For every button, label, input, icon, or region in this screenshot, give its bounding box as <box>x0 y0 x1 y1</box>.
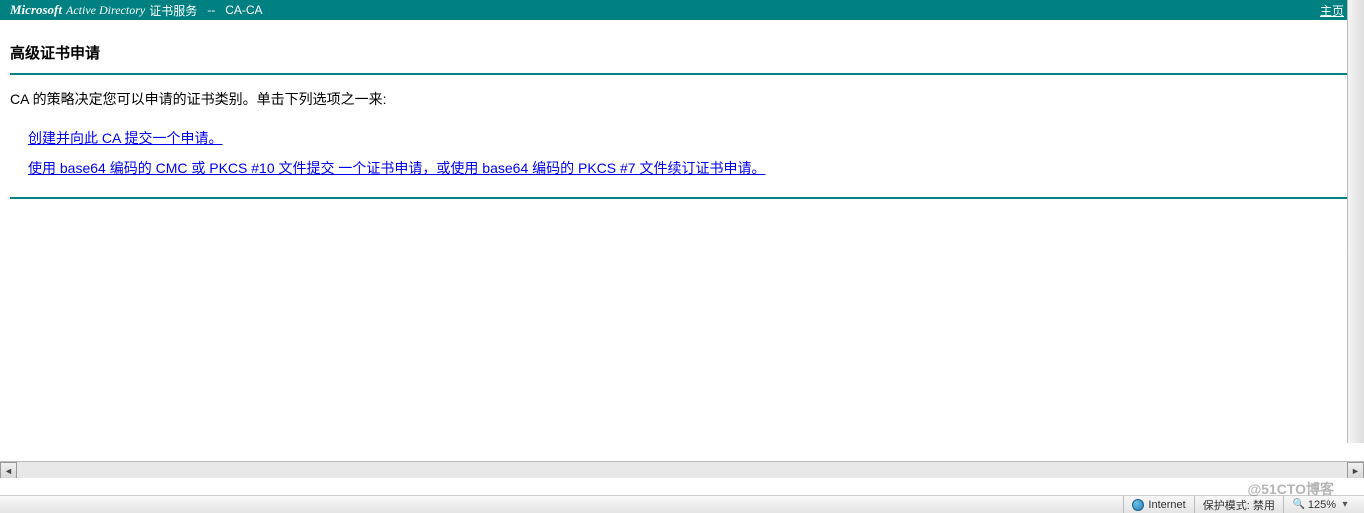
zoom-level: 125% <box>1308 499 1336 511</box>
main-content: 高级证书申请 CA 的策略决定您可以申请的证书类别。单击下列选项之一来: 创建并… <box>0 20 1364 199</box>
divider-bottom <box>10 197 1354 199</box>
scroll-left-button[interactable]: ◄ <box>0 462 17 478</box>
zoom-out-icon[interactable]: 🔍 <box>1292 498 1306 512</box>
service-label-cn: 证书服务 <box>149 2 197 19</box>
security-zone[interactable]: Internet <box>1123 496 1193 513</box>
service-label-en: Active Directory <box>66 3 145 18</box>
status-bar: Internet 保护模式: 禁用 🔍 125% ▾ <box>0 495 1364 513</box>
horizontal-scrollbar[interactable]: ◄ ► <box>0 461 1364 478</box>
instruction-text: CA 的策略决定您可以申请的证书类别。单击下列选项之一来: <box>10 89 1354 109</box>
protected-mode-label: 保护模式: 禁用 <box>1203 497 1275 513</box>
scroll-track[interactable] <box>17 462 1347 478</box>
page-title: 高级证书申请 <box>10 30 1354 73</box>
option-row-1: 创建并向此 CA 提交一个申请。 <box>10 123 1354 153</box>
zoom-dropdown-icon[interactable]: ▾ <box>1338 498 1352 512</box>
option-row-2: 使用 base64 编码的 CMC 或 PKCS #10 文件提交 一个证书申请… <box>10 153 1354 183</box>
scroll-right-button[interactable]: ► <box>1347 462 1364 478</box>
submit-base64-request-link[interactable]: 使用 base64 编码的 CMC 或 PKCS #10 文件提交 一个证书申请… <box>28 160 766 176</box>
header-bar: Microsoft Active Directory 证书服务 -- CA-CA… <box>0 0 1364 20</box>
divider-top <box>10 73 1354 75</box>
zoom-control[interactable]: 🔍 125% ▾ <box>1283 496 1360 513</box>
vertical-scrollbar[interactable] <box>1347 0 1364 443</box>
brand-label: Microsoft <box>10 2 62 18</box>
header-separator: -- <box>201 3 221 17</box>
protected-mode: 保护模式: 禁用 <box>1194 496 1283 513</box>
globe-icon <box>1132 499 1144 511</box>
ca-name: CA-CA <box>225 3 262 17</box>
header-title: Microsoft Active Directory 证书服务 -- CA-CA <box>10 2 263 19</box>
create-submit-request-link[interactable]: 创建并向此 CA 提交一个申请。 <box>28 130 222 146</box>
zone-label: Internet <box>1148 499 1185 511</box>
